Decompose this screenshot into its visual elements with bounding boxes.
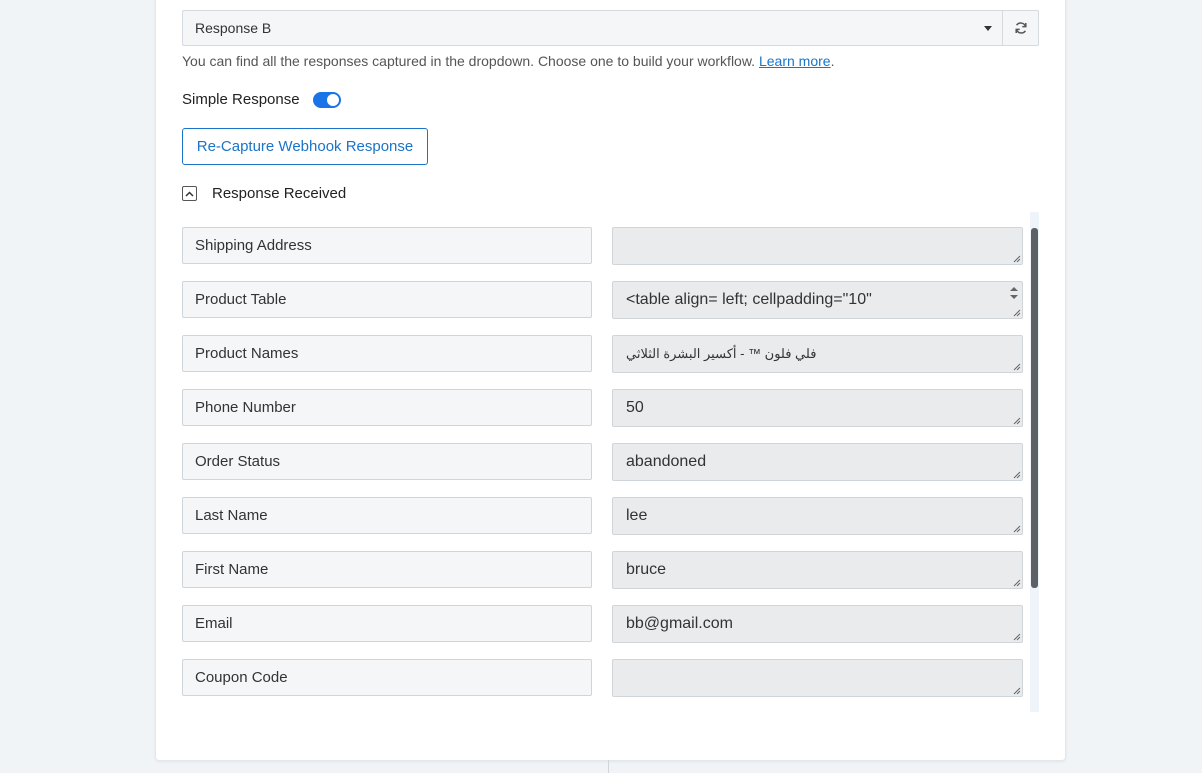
resize-grip-icon[interactable] bbox=[1013, 309, 1021, 317]
simple-response-row: Simple Response bbox=[182, 91, 341, 108]
simple-response-toggle[interactable] bbox=[312, 91, 341, 108]
refresh-button[interactable] bbox=[1003, 10, 1039, 46]
field-value[interactable] bbox=[612, 227, 1023, 265]
refresh-icon bbox=[1014, 22, 1027, 34]
field-value-text: فلي فلون ™ - أكسير البشرة الثلاثي bbox=[626, 346, 817, 361]
field-row: Phone Number 50 bbox=[182, 389, 1038, 427]
resize-grip-icon[interactable] bbox=[1013, 255, 1021, 263]
field-row: Order Status abandoned bbox=[182, 443, 1038, 481]
help-text-body: You can find all the responses captured … bbox=[182, 53, 756, 69]
spinner-arrows-icon[interactable] bbox=[1008, 284, 1020, 302]
collapse-toggle[interactable] bbox=[182, 186, 197, 201]
field-value[interactable] bbox=[612, 659, 1023, 697]
response-card: Response B You can find all the response… bbox=[155, 0, 1066, 761]
field-key[interactable]: Order Status bbox=[182, 443, 592, 480]
field-key[interactable]: First Name bbox=[182, 551, 592, 588]
field-value[interactable]: bb@gmail.com bbox=[612, 605, 1023, 643]
field-value[interactable]: فلي فلون ™ - أكسير البشرة الثلاثي bbox=[612, 335, 1023, 373]
field-row: First Name bruce bbox=[182, 551, 1038, 589]
recapture-webhook-button[interactable]: Re-Capture Webhook Response bbox=[182, 128, 428, 165]
caret-down-icon bbox=[984, 26, 992, 31]
field-key[interactable]: Last Name bbox=[182, 497, 592, 534]
resize-grip-icon[interactable] bbox=[1013, 633, 1021, 641]
resize-grip-icon[interactable] bbox=[1013, 525, 1021, 533]
fields-scrollbar-thumb[interactable] bbox=[1031, 228, 1038, 588]
field-key[interactable]: Phone Number bbox=[182, 389, 592, 426]
resize-grip-icon[interactable] bbox=[1013, 579, 1021, 587]
field-value-text: abandoned bbox=[626, 453, 707, 470]
simple-response-label: Simple Response bbox=[182, 91, 300, 108]
field-row: Product Names فلي فلون ™ - أكسير البشرة … bbox=[182, 335, 1038, 373]
field-row: Coupon Code bbox=[182, 659, 1038, 697]
field-value[interactable]: lee bbox=[612, 497, 1023, 535]
response-received-label: Response Received bbox=[212, 185, 347, 202]
field-key[interactable]: Product Table bbox=[182, 281, 592, 318]
field-value[interactable]: bruce bbox=[612, 551, 1023, 589]
learn-more-link[interactable]: Learn more bbox=[759, 53, 831, 69]
field-row: Email bb@gmail.com bbox=[182, 605, 1038, 643]
toggle-knob bbox=[326, 93, 339, 106]
response-received-header[interactable]: Response Received bbox=[182, 185, 346, 202]
field-value-text: <table align= left; cellpadding="10" bbox=[626, 291, 872, 308]
field-key[interactable]: Email bbox=[182, 605, 592, 642]
field-value[interactable]: 50 bbox=[612, 389, 1023, 427]
field-row: Product Table <table align= left; cellpa… bbox=[182, 281, 1038, 319]
field-key[interactable]: Product Names bbox=[182, 335, 592, 372]
field-value[interactable]: abandoned bbox=[612, 443, 1023, 481]
field-value-text: lee bbox=[626, 507, 648, 524]
field-row: Shipping Address bbox=[182, 227, 1038, 265]
response-dropdown[interactable]: Response B bbox=[182, 10, 1003, 46]
resize-grip-icon[interactable] bbox=[1013, 417, 1021, 425]
field-key[interactable]: Shipping Address bbox=[182, 227, 592, 264]
response-dropdown-value: Response B bbox=[195, 20, 272, 36]
field-key[interactable]: Coupon Code bbox=[182, 659, 592, 696]
resize-grip-icon[interactable] bbox=[1013, 471, 1021, 479]
help-text-period: . bbox=[830, 53, 835, 69]
response-fields: Shipping Address Product Table <table al… bbox=[182, 227, 1038, 711]
field-value-text: 50 bbox=[626, 399, 644, 416]
help-text: You can find all the responses captured … bbox=[182, 53, 834, 69]
field-row: Last Name lee bbox=[182, 497, 1038, 535]
chevron-up-icon bbox=[185, 190, 194, 197]
field-value-text: bruce bbox=[626, 561, 667, 578]
resize-grip-icon[interactable] bbox=[1013, 363, 1021, 371]
resize-grip-icon[interactable] bbox=[1013, 687, 1021, 695]
connector-line bbox=[608, 760, 609, 773]
field-value-text: bb@gmail.com bbox=[626, 615, 733, 632]
field-value[interactable]: <table align= left; cellpadding="10" bbox=[612, 281, 1023, 319]
